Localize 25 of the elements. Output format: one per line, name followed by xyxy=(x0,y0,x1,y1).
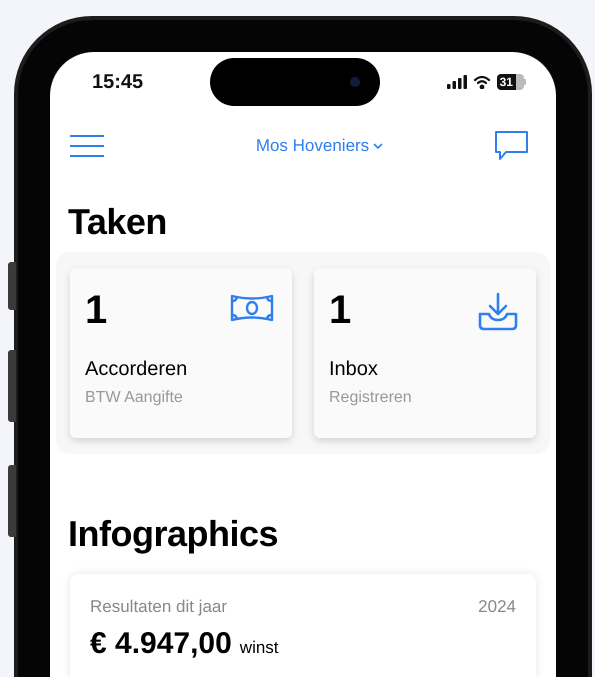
chat-icon[interactable] xyxy=(495,131,528,161)
company-selector[interactable]: Mos Hoveniers xyxy=(256,133,384,159)
section-title: Infographics xyxy=(67,512,280,556)
task-card[interactable]: 1 Accorderen BTW Aangifte xyxy=(70,268,292,438)
chevron-down-icon xyxy=(373,143,384,149)
profit-amount: € 4.947,00 xyxy=(90,626,232,662)
task-card[interactable]: 1 Inbox Registreren xyxy=(314,268,536,438)
task-count: 1 xyxy=(329,287,352,334)
profit-label: winst xyxy=(240,636,279,658)
camera-icon xyxy=(350,77,360,87)
banknote-icon xyxy=(229,292,275,324)
download-icon xyxy=(477,292,519,332)
wifi-icon xyxy=(472,75,491,89)
menu-icon[interactable] xyxy=(70,134,104,158)
section-title: Taken xyxy=(67,200,168,244)
task-sublabel: BTW Aangifte xyxy=(85,388,184,408)
task-count: 1 xyxy=(85,287,108,334)
task-label: Accorderen xyxy=(85,357,188,382)
task-sublabel: Registreren xyxy=(329,388,413,408)
signal-icon xyxy=(446,75,467,89)
clock-time: 15:45 xyxy=(92,70,144,95)
year-label: 2024 xyxy=(478,596,516,618)
task-label: Inbox xyxy=(329,357,379,382)
battery-percentage: 31 xyxy=(496,74,516,90)
card-title: Resultaten dit jaar xyxy=(90,596,228,618)
